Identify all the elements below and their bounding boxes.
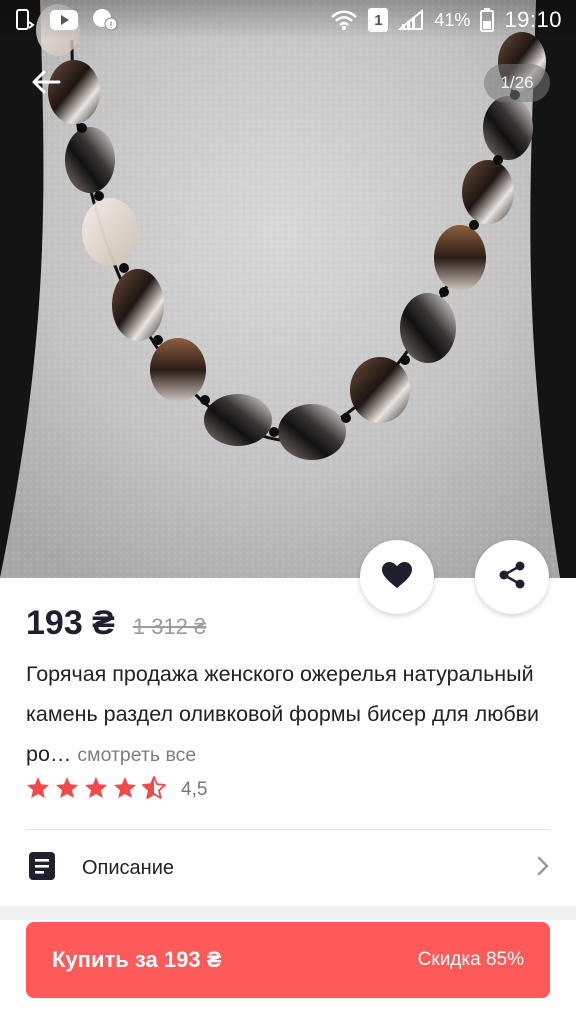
signal-icon (398, 9, 424, 31)
product-title-block: Горячая продажа женского ожерелья натура… (26, 654, 546, 775)
notification-icon: ! (92, 8, 118, 32)
price-row: 193 ₴ 1 312 ₴ (26, 604, 206, 643)
rating-value: 4,5 (181, 779, 208, 800)
wifi-icon (330, 9, 358, 31)
rating-row[interactable]: 4,5 (26, 776, 207, 804)
section-separator (0, 906, 576, 920)
status-left-icons: ! (14, 8, 118, 32)
battery-percent: 41% (434, 9, 471, 30)
chevron-right-icon (536, 855, 550, 882)
star-icon (84, 776, 108, 804)
battery-icon (480, 8, 495, 32)
gallery-counter: 1/26 (484, 64, 550, 102)
buy-button[interactable]: Купить за 193 ₴ Скидка 85% (26, 922, 550, 998)
half-star-icon (142, 776, 166, 804)
svg-text:!: ! (110, 20, 113, 30)
youtube-icon (50, 10, 78, 30)
back-arrow-icon (31, 69, 61, 100)
see-all-link[interactable]: смотреть все (77, 744, 196, 766)
back-button[interactable] (24, 62, 68, 106)
star-icon (55, 776, 79, 804)
document-icon (26, 850, 58, 887)
star-icon (113, 776, 137, 804)
old-price: 1 312 ₴ (132, 614, 207, 639)
sim-slot-badge: 1 (368, 8, 389, 32)
share-icon (497, 560, 527, 595)
current-price: 193 ₴ (26, 604, 115, 642)
discount-label: Скидка 85% (417, 949, 524, 970)
clock: 19:10 (504, 7, 562, 32)
status-right-icons: 1 41% 19:10 (330, 7, 562, 33)
heart-icon (381, 561, 413, 594)
favorite-button[interactable] (360, 540, 434, 614)
description-row[interactable]: Описание (0, 830, 576, 906)
description-label: Описание (82, 856, 175, 879)
phone-sync-icon (14, 8, 36, 32)
status-bar: ! 1 41% 19:10 (0, 0, 576, 40)
star-icon (26, 776, 50, 804)
buy-button-label: Купить за 193 ₴ (52, 947, 222, 972)
share-button[interactable] (475, 540, 549, 614)
